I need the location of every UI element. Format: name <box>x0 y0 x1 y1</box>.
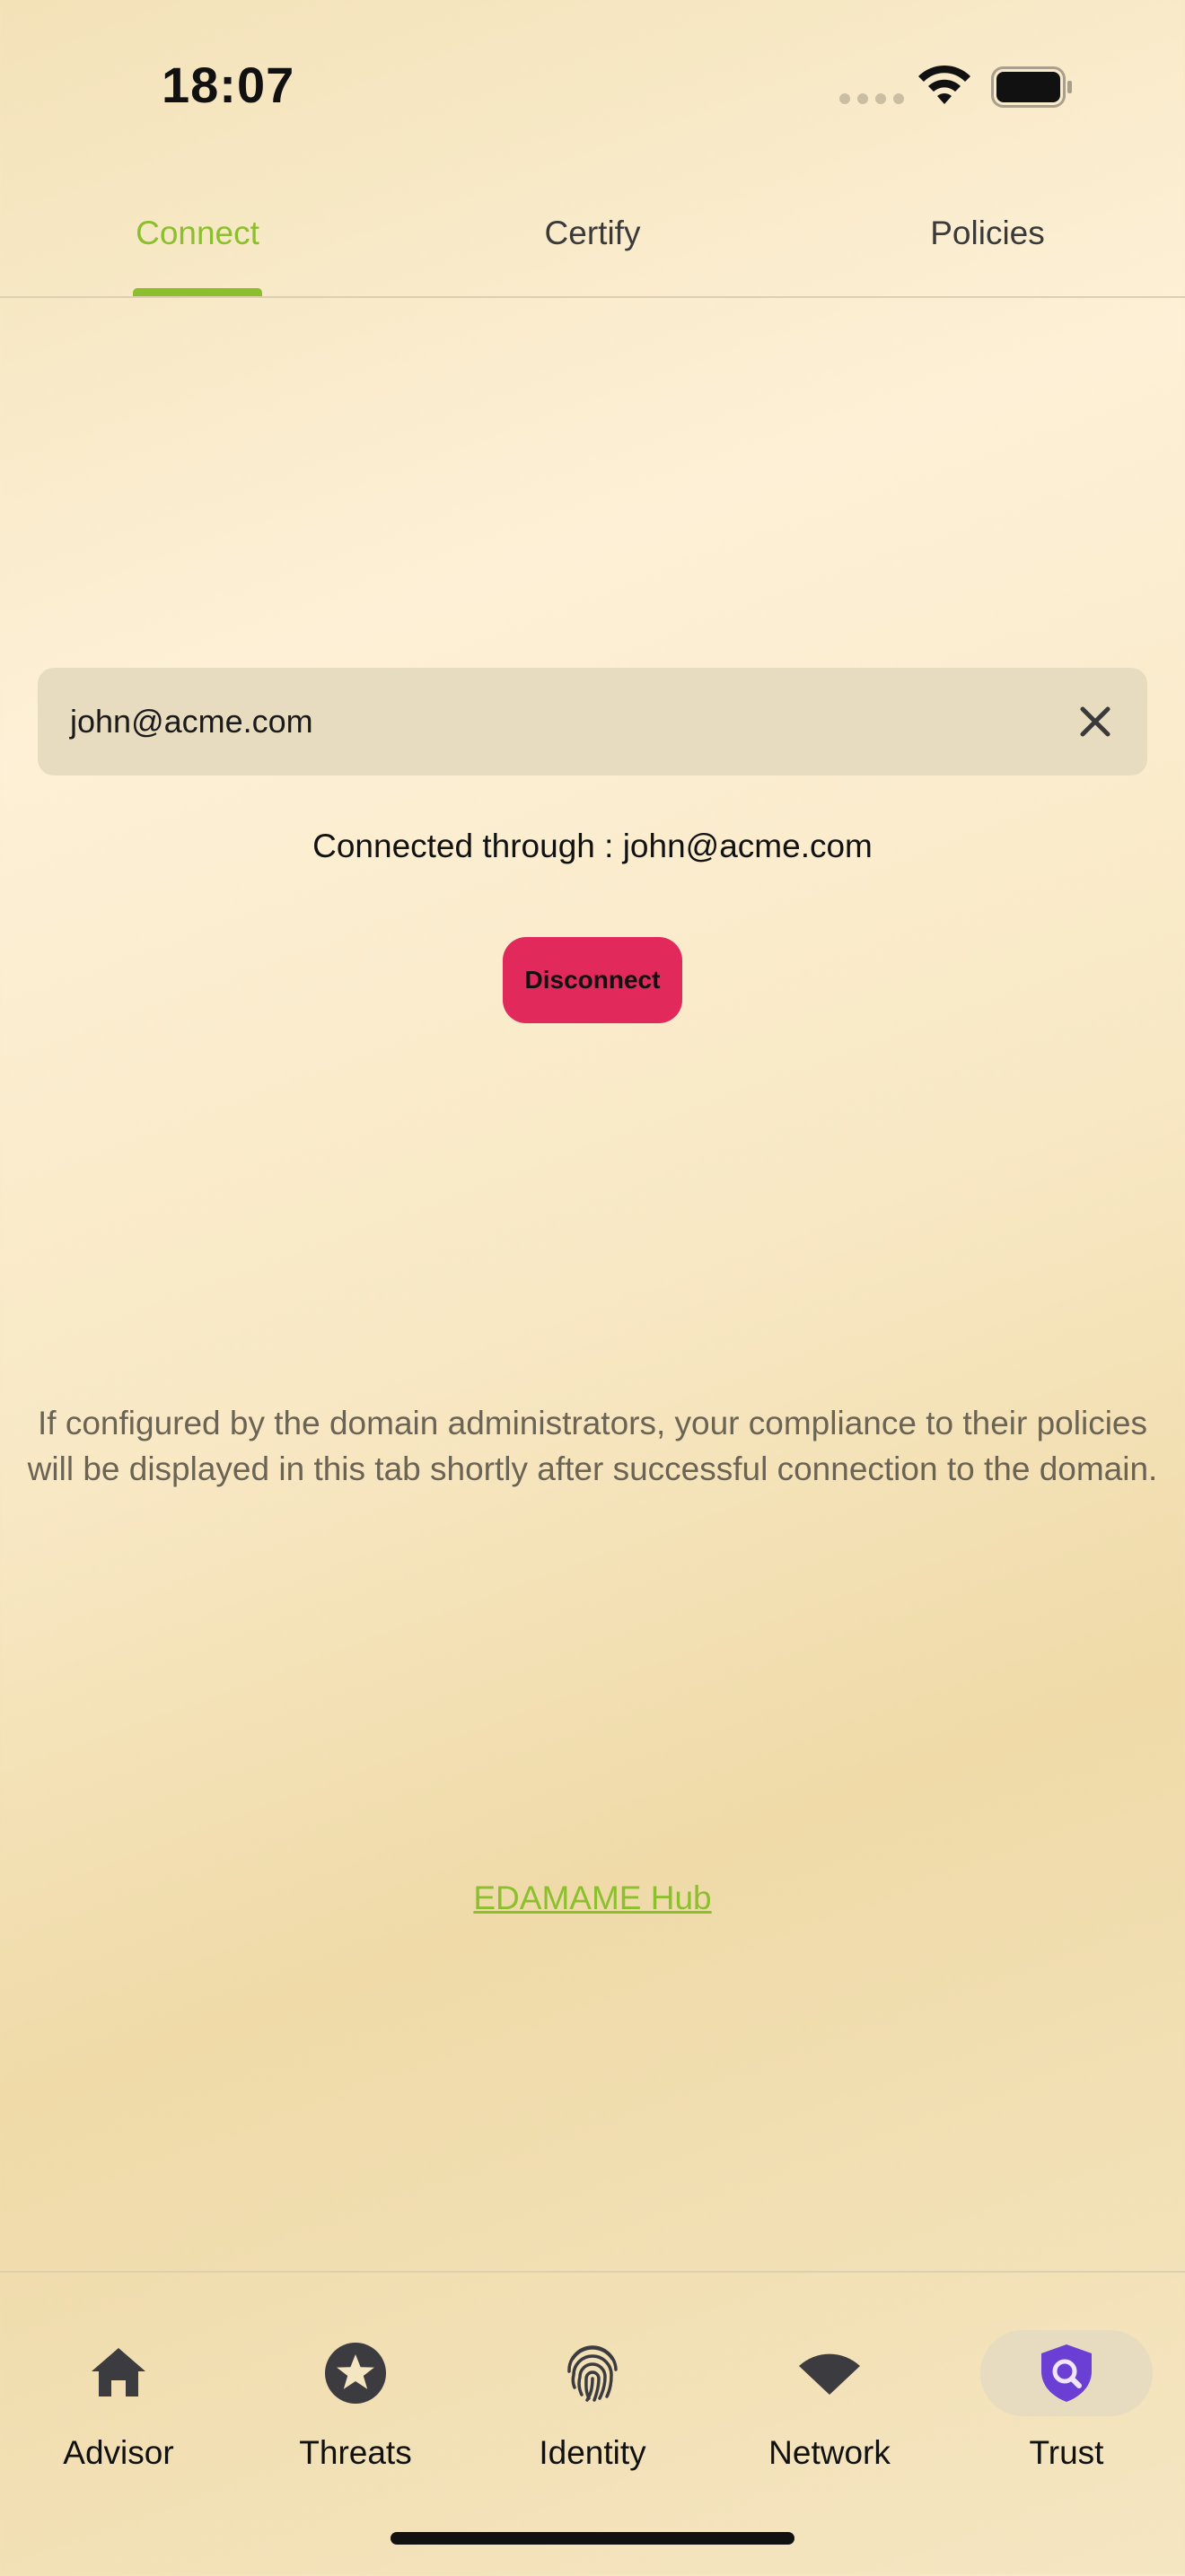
nav-label: Threats <box>299 2434 412 2471</box>
star-circle-icon <box>325 2343 386 2404</box>
tab-certify[interactable]: Certify <box>395 171 790 296</box>
tab-policies[interactable]: Policies <box>790 171 1185 296</box>
nav-label: Identity <box>539 2434 646 2471</box>
close-icon[interactable] <box>1075 702 1115 741</box>
status-bar: 18:07 <box>0 0 1185 171</box>
bottom-navigation: Advisor Threats Identity Network Trust <box>0 2271 1185 2576</box>
home-indicator <box>391 2532 794 2545</box>
nav-item-advisor[interactable]: Advisor <box>0 2330 237 2492</box>
battery-icon <box>991 66 1072 108</box>
edamame-hub-link[interactable]: EDAMAME Hub <box>0 1879 1185 1917</box>
wifi-status-icon <box>918 65 970 104</box>
nav-label: Trust <box>1029 2434 1104 2471</box>
nav-label: Advisor <box>63 2434 174 2471</box>
nav-item-trust[interactable]: Trust <box>948 2330 1185 2492</box>
active-tab-indicator <box>133 288 262 296</box>
nav-item-network[interactable]: Network <box>711 2330 948 2492</box>
email-field[interactable]: john@acme.com <box>38 668 1147 775</box>
nav-label: Network <box>768 2434 891 2471</box>
connected-status-text: Connected through : john@acme.com <box>312 828 873 864</box>
status-time: 18:07 <box>162 57 295 113</box>
top-tab-bar: Connect Certify Policies <box>0 171 1185 298</box>
policy-info-text: If configured by the domain administrato… <box>27 1405 1158 1487</box>
disconnect-button[interactable]: Disconnect <box>503 937 682 1023</box>
nav-item-threats[interactable]: Threats <box>237 2330 474 2492</box>
shield-search-icon <box>1041 2344 1092 2402</box>
tab-connect[interactable]: Connect <box>0 171 395 296</box>
home-icon <box>92 2348 145 2396</box>
wifi-icon <box>799 2353 860 2395</box>
nav-item-identity[interactable]: Identity <box>474 2330 711 2492</box>
fingerprint-icon <box>567 2345 618 2402</box>
cellular-signal-icon <box>839 93 904 104</box>
email-value[interactable]: john@acme.com <box>70 703 1075 740</box>
